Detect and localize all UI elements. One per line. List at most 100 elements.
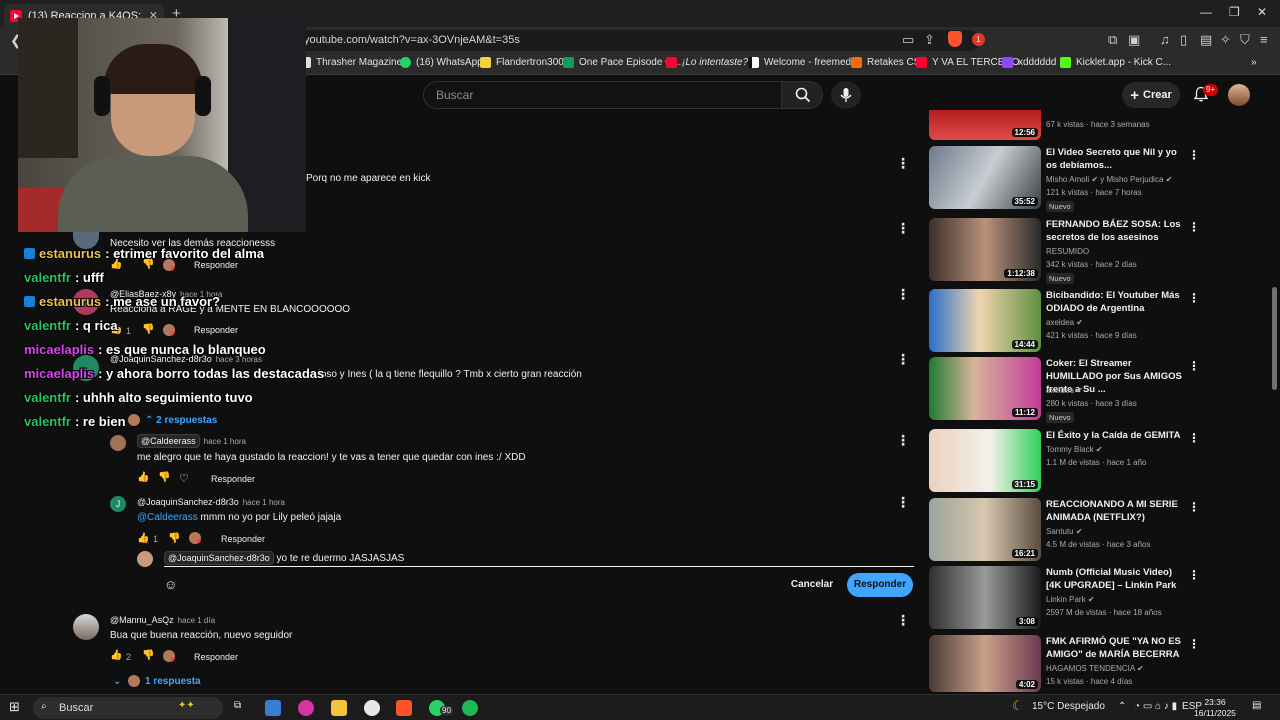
notifications-icon[interactable]: ▤	[1252, 700, 1261, 711]
video-channel[interactable]: Misho Amoli ✔ y Misho Perjudica ✔	[1046, 175, 1172, 184]
leo-ai-icon[interactable]: ✧	[1220, 32, 1231, 48]
comment-author[interactable]: @Mannu_AsQz hace 1 día	[110, 615, 215, 625]
video-title[interactable]: El Éxito y la Caída de GEMITA	[1046, 429, 1186, 442]
bookmark-thrasher[interactable]: Thrasher Magazine...	[300, 57, 411, 68]
menu-icon[interactable]: ≡	[1260, 32, 1268, 47]
install-icon[interactable]: ▭	[902, 32, 914, 48]
video-thumbnail[interactable]: 31:15	[929, 429, 1041, 492]
video-card[interactable]: 11:12 Coker: El Streamer HUMILLADO por S…	[929, 357, 1200, 423]
avatar[interactable]	[73, 614, 99, 640]
bookmark-xdddddd[interactable]: xdddddd	[1002, 57, 1056, 68]
bookmark-retakes[interactable]: Retakes CS	[851, 57, 920, 68]
windows-start-icon[interactable]: ⊞	[9, 699, 20, 715]
video-menu-icon[interactable]: ⋮	[1188, 220, 1200, 234]
bookmark-whatsapp[interactable]: (16) WhatsApp	[400, 57, 483, 68]
wallet-icon[interactable]: ▤	[1200, 32, 1212, 48]
reply-button[interactable]: Responder	[221, 534, 265, 544]
search-button[interactable]	[781, 81, 823, 109]
video-channel[interactable]: axeldea ✔	[1046, 386, 1083, 395]
cancel-button[interactable]: Cancelar	[785, 574, 839, 596]
search-input[interactable]	[436, 88, 756, 102]
bookmark-freemed[interactable]: Welcome - freemed...	[748, 57, 859, 68]
dislike-icon[interactable]: 👎	[168, 533, 180, 544]
video-menu-icon[interactable]: ⋮	[1188, 637, 1200, 651]
video-menu-icon[interactable]: ⋮	[1188, 359, 1200, 373]
reply-button[interactable]: Responder	[194, 260, 238, 270]
dislike-icon[interactable]: 👎	[158, 472, 170, 483]
video-card[interactable]: 1:12:38 FERNANDO BÁEZ SOSA: Los secretos…	[929, 218, 1200, 284]
video-channel[interactable]: HAGAMOS TENDENCIA ✔	[1046, 664, 1144, 673]
sidebar-icon[interactable]: ▯	[1180, 32, 1187, 48]
like-icon[interactable]: 👍	[137, 533, 149, 544]
video-menu-icon[interactable]: ⋮	[1188, 568, 1200, 582]
screenshot-icon[interactable]: ▣	[1128, 32, 1140, 48]
dislike-icon[interactable]: 👎	[142, 324, 154, 335]
reply-input[interactable]: @JoaquinSanchez-d8r3o yo te re duermo JA…	[164, 551, 404, 565]
account-avatar[interactable]	[1228, 84, 1250, 106]
video-channel[interactable]: axeldea ✔	[1046, 318, 1083, 327]
video-title[interactable]: El Video Secreto que Nil y yo os debíamo…	[1046, 146, 1186, 172]
close-window-icon[interactable]: ✕	[1257, 5, 1267, 19]
heart-icon[interactable]: ♡	[179, 472, 189, 485]
reply-button[interactable]: Responder	[194, 652, 238, 662]
show-replies-button[interactable]: ⌄	[113, 676, 121, 687]
bookmark-lo-intentaste[interactable]: ¡Lo intentaste?	[666, 57, 748, 68]
video-menu-icon[interactable]: ⋮	[1188, 148, 1200, 162]
video-title[interactable]: Bicibandido: El Youtuber Más ODIADO de A…	[1046, 289, 1186, 315]
comment-author[interactable]: @Caldeerass hace 1 hora	[137, 434, 246, 448]
video-title[interactable]: FMK AFIRMÓ QUE "YA NO ES AMIGO" de MARÍA…	[1046, 635, 1186, 661]
show-replies-button[interactable]: ⌃ 2 respuestas	[145, 415, 217, 426]
brave-rewards-badge[interactable]: 1	[972, 33, 985, 46]
clock[interactable]: 23:36 16/11/2025	[1194, 697, 1236, 719]
video-channel[interactable]: RESUMIDO	[1046, 247, 1089, 256]
video-thumbnail[interactable]: 12:56	[929, 110, 1041, 140]
page-scrollbar[interactable]	[1272, 287, 1277, 390]
maximize-icon[interactable]: ❐	[1229, 5, 1240, 19]
emoji-icon[interactable]: ☺	[164, 577, 177, 592]
comment-menu-icon[interactable]: ⋮	[896, 613, 910, 627]
avatar[interactable]: J	[110, 496, 126, 512]
wifi-icon[interactable]: ◔ ▭ ⌂ ♪ ▮	[1134, 701, 1177, 712]
video-menu-icon[interactable]: ⋮	[1188, 291, 1200, 305]
video-menu-icon[interactable]: ⋮	[1188, 500, 1200, 514]
comment-menu-icon[interactable]: ⋮	[896, 156, 910, 170]
extensions-icon[interactable]: ⧉	[1108, 32, 1117, 48]
video-thumbnail[interactable]: 1:12:38	[929, 218, 1041, 281]
comment-menu-icon[interactable]: ⋮	[896, 495, 910, 509]
video-title[interactable]: Numb (Official Music Video) [4K UPGRADE]…	[1046, 566, 1186, 592]
avatar[interactable]	[110, 435, 126, 451]
video-title[interactable]: REACCIONANDO A MI SERIE ANIMADA (NETFLIX…	[1046, 498, 1186, 524]
video-card[interactable]: 31:15 El Éxito y la Caída de GEMITA Tomm…	[929, 429, 1200, 493]
brave-shields-icon[interactable]	[948, 31, 962, 47]
video-card[interactable]: 35:52 El Video Secreto que Nil y yo os d…	[929, 146, 1200, 212]
video-thumbnail[interactable]: 3:08	[929, 566, 1041, 629]
bookmark-one-pace[interactable]: One Pace Episode G...	[563, 57, 681, 68]
video-thumbnail[interactable]: 35:52	[929, 146, 1041, 209]
video-channel[interactable]: Tommy Black ✔	[1046, 445, 1103, 454]
comment-menu-icon[interactable]: ⋮	[896, 221, 910, 235]
bookmarks-overflow-icon[interactable]: »	[1251, 57, 1257, 68]
video-channel[interactable]: Linkin Park ✔	[1046, 595, 1095, 604]
share-icon[interactable]: ⇪	[924, 32, 935, 48]
video-channel[interactable]: Santutu ✔	[1046, 527, 1083, 536]
brave-icon[interactable]	[396, 700, 412, 716]
video-card[interactable]: 16:21 REACCIONANDO A MI SERIE ANIMADA (N…	[929, 498, 1200, 562]
submit-reply-button[interactable]: Responder	[847, 573, 913, 597]
video-thumbnail[interactable]: 11:12	[929, 357, 1041, 420]
comment-menu-icon[interactable]: ⋮	[896, 287, 910, 301]
video-card[interactable]: 3:08 Numb (Official Music Video) [4K UPG…	[929, 566, 1200, 630]
tray-overflow-icon[interactable]: ⌃	[1118, 701, 1126, 712]
show-replies-button[interactable]: 1 respuesta	[145, 676, 201, 687]
spotify-icon[interactable]	[462, 700, 478, 716]
minimize-icon[interactable]: —	[1200, 5, 1212, 19]
video-thumbnail[interactable]: 4:02	[929, 635, 1041, 692]
video-menu-icon[interactable]: ⋮	[1188, 431, 1200, 445]
like-icon[interactable]: 👍	[110, 650, 122, 661]
task-view-icon[interactable]: ⧉	[234, 700, 241, 711]
vpn-icon[interactable]: ⛉	[1240, 32, 1250, 48]
video-card[interactable]: 12:56 67 k vistas · hace 3 semanas	[929, 110, 1199, 140]
create-button[interactable]: + Crear	[1122, 82, 1180, 108]
video-title[interactable]: FERNANDO BÁEZ SOSA: Los secretos de los …	[1046, 218, 1186, 244]
video-thumbnail[interactable]: 14:44	[929, 289, 1041, 352]
reply-button[interactable]: Responder	[194, 325, 238, 335]
